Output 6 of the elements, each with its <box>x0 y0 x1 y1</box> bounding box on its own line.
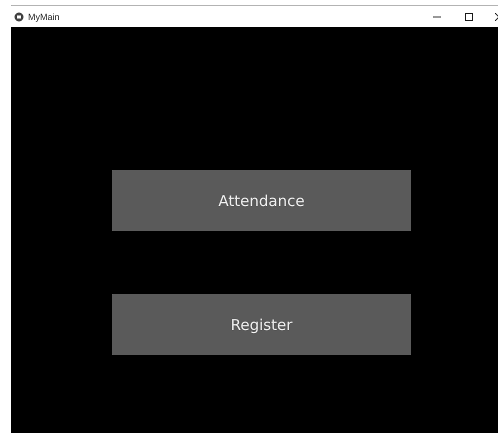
maximize-icon[interactable] <box>465 12 473 20</box>
menu-button[interactable]: Register <box>112 294 411 355</box>
menu-button[interactable]: Attendance <box>112 170 411 231</box>
window-title: MyMain <box>28 12 61 22</box>
app-icon <box>14 12 24 22</box>
close-icon[interactable] <box>495 12 498 20</box>
